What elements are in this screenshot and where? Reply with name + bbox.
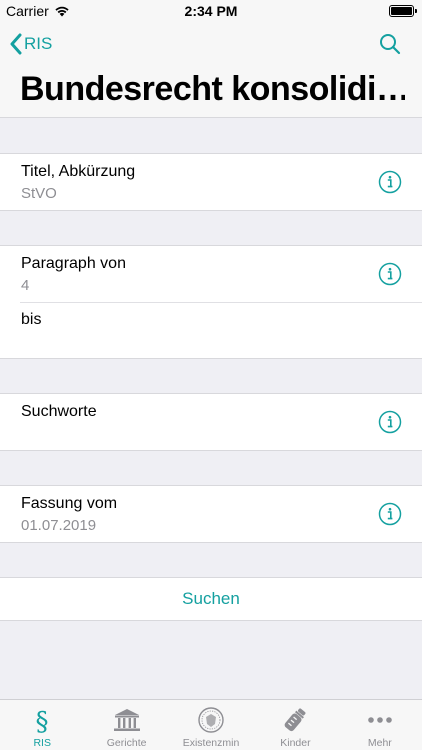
- tab-label: Kinder: [280, 737, 311, 749]
- svg-text:§: §: [36, 707, 49, 735]
- paragraph-icon: §: [27, 705, 57, 735]
- info-button[interactable]: [378, 170, 402, 194]
- search-submit-button[interactable]: Suchen: [0, 577, 422, 621]
- section-keywords: Suchworte: [0, 393, 422, 451]
- info-icon: [378, 170, 402, 194]
- field-paragraph-to[interactable]: bis: [0, 302, 422, 358]
- field-value: 01.07.2019: [21, 517, 97, 534]
- chevron-left-icon: [10, 33, 22, 55]
- tab-existenzmin[interactable]: Existenzmin: [169, 700, 253, 750]
- info-button[interactable]: [378, 262, 402, 286]
- tab-ris[interactable]: § RIS: [0, 700, 84, 750]
- field-title-abbreviation[interactable]: Titel, Abkürzung StVO: [0, 154, 422, 210]
- field-keywords[interactable]: Suchworte: [0, 394, 422, 450]
- tab-mehr[interactable]: Mehr: [338, 700, 422, 750]
- tab-bar: § RIS Gerichte Existenzmin Kinder Mehr: [0, 699, 422, 750]
- info-icon: [378, 502, 402, 526]
- info-icon: [378, 262, 402, 286]
- field-paragraph-from[interactable]: Paragraph von 4: [0, 246, 422, 302]
- baby-bottle-icon: [280, 705, 310, 735]
- back-button[interactable]: RIS: [10, 32, 52, 56]
- seal-icon: [196, 705, 226, 735]
- field-label: Suchworte: [21, 403, 97, 420]
- navigation-bar: RIS Bundesrecht konsolidi…: [0, 22, 422, 118]
- section-paragraph: Paragraph von 4 bis: [0, 245, 422, 359]
- field-label: Titel, Abkürzung: [21, 163, 136, 180]
- section-version-date: Fassung vom 01.07.2019: [0, 485, 422, 543]
- tab-label: Mehr: [367, 737, 392, 749]
- page-title: Bundesrecht konsolidi…: [20, 70, 405, 108]
- info-icon: [378, 410, 402, 434]
- info-button[interactable]: [378, 410, 402, 434]
- tab-label: Gerichte: [106, 737, 147, 749]
- battery-icon: [389, 5, 417, 17]
- status-bar: Carrier 2:34 PM: [0, 0, 422, 22]
- info-button[interactable]: [378, 502, 402, 526]
- tab-label: RIS: [33, 737, 51, 749]
- tab-label: Existenzmin: [182, 737, 240, 749]
- search-button[interactable]: [378, 32, 402, 56]
- field-label: bis: [21, 311, 42, 328]
- status-time: 2:34 PM: [184, 3, 238, 19]
- field-label: Paragraph von: [21, 255, 126, 272]
- field-label: Fassung vom: [21, 495, 118, 512]
- tab-gerichte[interactable]: Gerichte: [84, 700, 168, 750]
- courthouse-icon: [112, 705, 142, 735]
- field-version-date[interactable]: Fassung vom 01.07.2019: [0, 486, 422, 542]
- tab-kinder[interactable]: Kinder: [253, 700, 337, 750]
- section-title: Titel, Abkürzung StVO: [0, 153, 422, 211]
- search-icon: [380, 34, 401, 55]
- more-icon: [365, 705, 395, 735]
- field-value: StVO: [21, 185, 57, 202]
- field-value: 4: [21, 277, 30, 294]
- back-label: RIS: [24, 34, 53, 53]
